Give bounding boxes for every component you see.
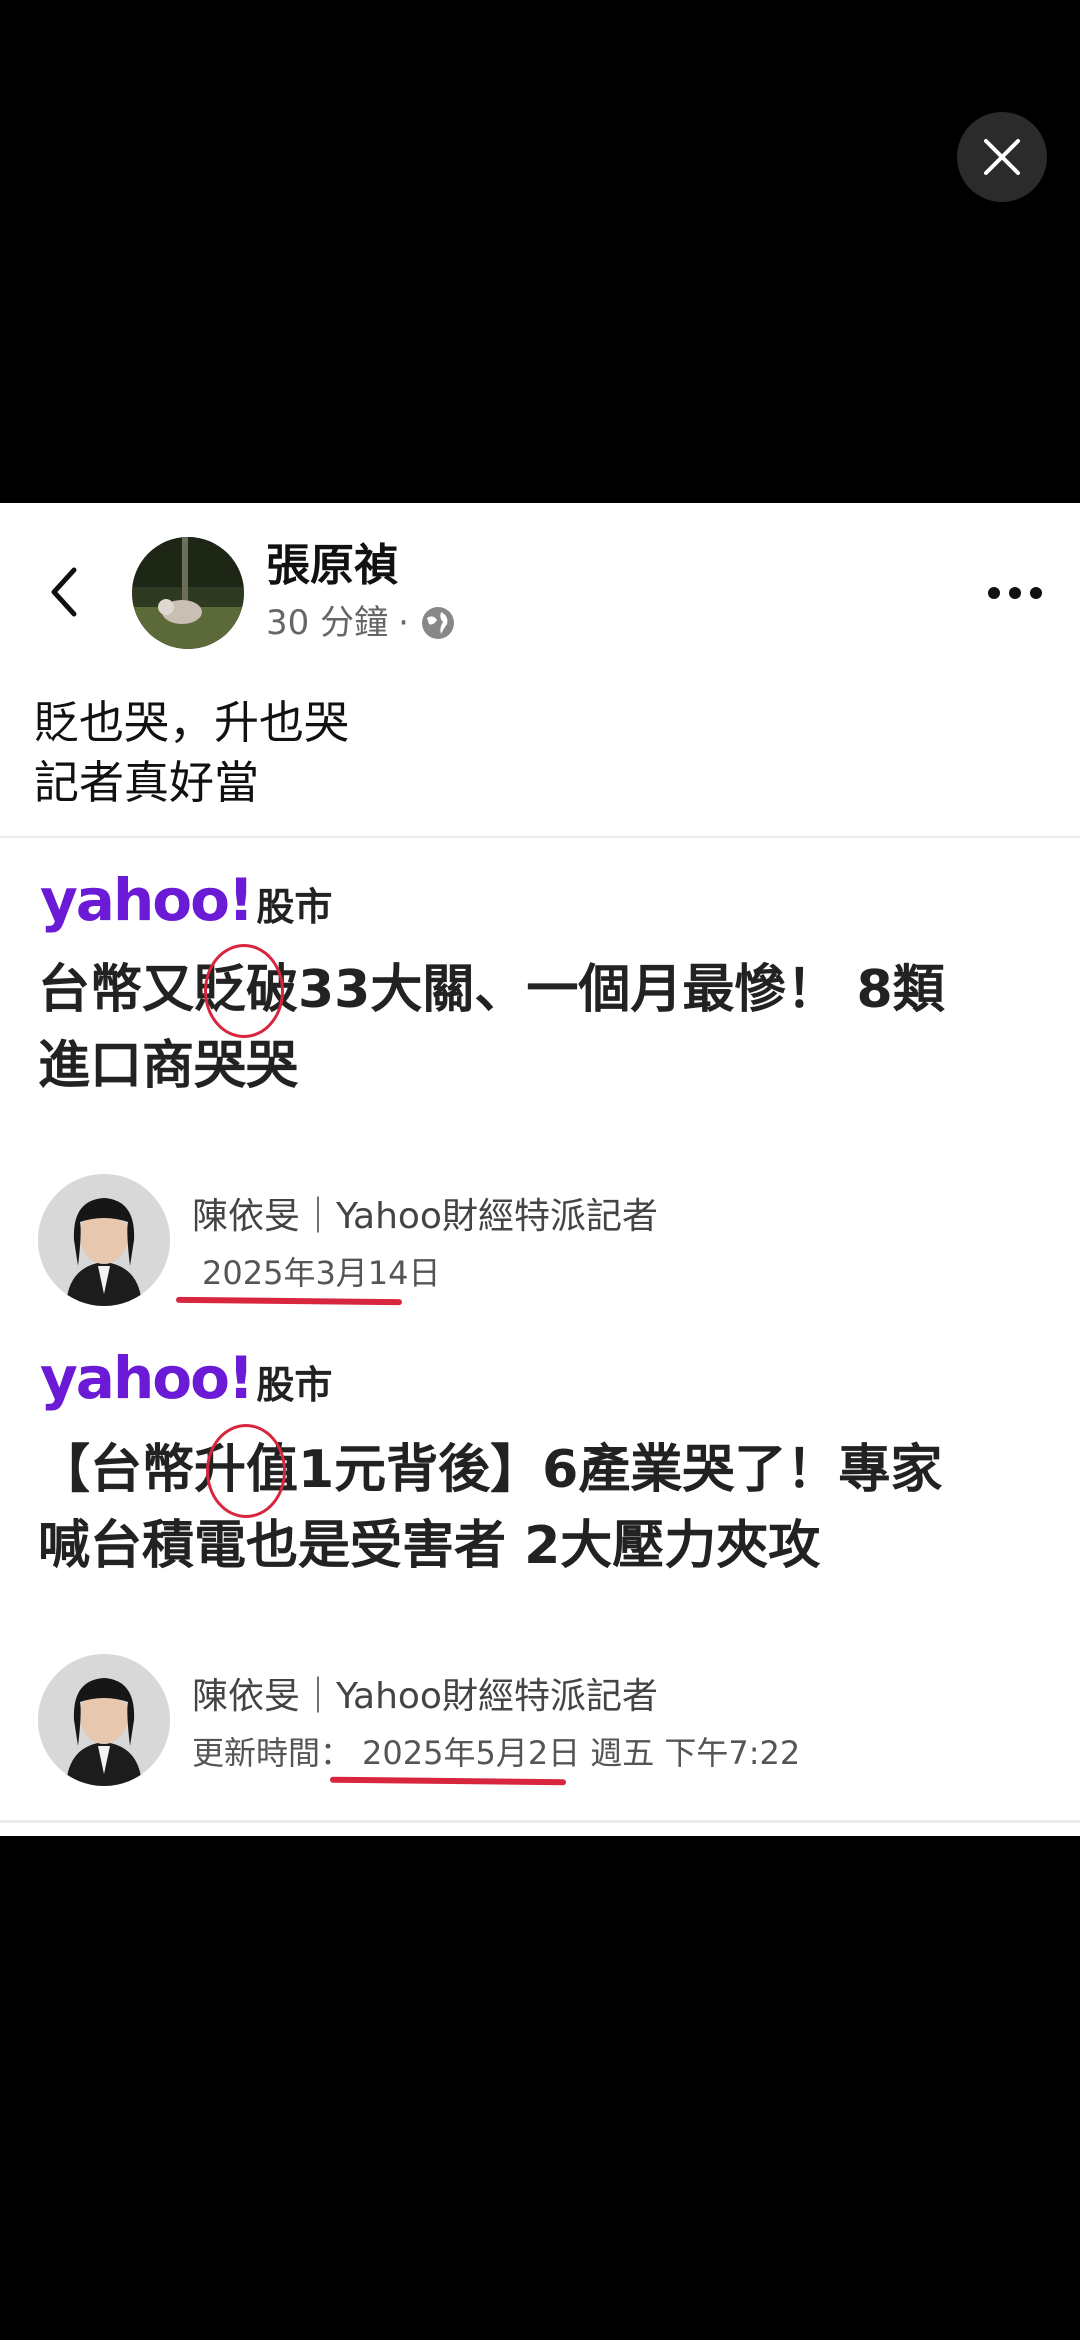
post-text: 貶也哭，升也哭 記者真好當 <box>34 693 349 813</box>
reporter-byline: 陳依旻｜Yahoo財經特派記者 <box>192 1676 658 1717</box>
yahoo-logo: yahoo! 股市 <box>40 866 332 934</box>
yahoo-logo: yahoo! 股市 <box>40 1344 332 1412</box>
back-button[interactable] <box>36 560 92 624</box>
post-text-line: 貶也哭，升也哭 <box>34 696 350 749</box>
article-headline: 台幣又貶破33大關、一個月最慘！ 8類 進口商哭哭 <box>38 952 945 1104</box>
meta-separator: · <box>398 603 409 643</box>
date-label: 更新時間： <box>192 1734 353 1772</box>
headline-line: 喊台積電也是受害者 2大壓力夾攻 <box>38 1516 821 1576</box>
more-icon <box>988 587 1042 599</box>
divider <box>0 1820 1080 1823</box>
globe-icon <box>421 607 454 639</box>
close-button[interactable] <box>957 112 1047 202</box>
avatar[interactable] <box>132 537 244 649</box>
reporter-photo <box>38 1654 170 1786</box>
article-date: 2025年3月14日 <box>192 1252 461 1294</box>
headline-line: 台幣又貶破33大關、一個月最慘！ 8類 <box>38 960 945 1020</box>
photo-viewer: 張原禎 30 分鐘 · 貶也哭，升也哭 記者真好當 yahoo! 股市 台幣又貶… <box>0 0 1080 2340</box>
red-circle-annotation <box>206 1424 286 1518</box>
reporter-portrait <box>38 1654 170 1786</box>
red-circle-annotation <box>204 944 284 1038</box>
article-date: 更新時間： 2025年5月2日 週五 下午7:22 <box>192 1732 810 1774</box>
more-options-button[interactable] <box>980 570 1050 616</box>
date-extra: 週五 下午7:22 <box>590 1734 801 1772</box>
section-label: 股市 <box>256 1363 333 1407</box>
divider <box>0 836 1080 838</box>
author-name[interactable]: 張原禎 <box>266 540 398 592</box>
article-headline: 【台幣升值1元背後】6產業哭了！專家 喊台積電也是受害者 2大壓力夾攻 <box>38 1432 942 1584</box>
post-time[interactable]: 30 分鐘 <box>266 600 388 646</box>
section-label: 股市 <box>256 885 333 929</box>
close-icon <box>984 139 1020 175</box>
chevron-left-icon <box>51 567 77 617</box>
post-text-line: 記者真好當 <box>34 756 260 809</box>
yahoo-logo-text: yahoo! <box>40 1344 254 1412</box>
reporter-photo <box>38 1174 170 1306</box>
headline-line: 【台幣升值1元背後】6產業哭了！專家 <box>38 1440 943 1500</box>
date-value: 2025年5月2日 <box>362 1734 581 1772</box>
headline-line: 進口商哭哭 <box>38 1036 299 1096</box>
reporter-byline: 陳依旻｜Yahoo財經特派記者 <box>192 1196 658 1237</box>
post-meta: 30 分鐘 · <box>266 600 457 646</box>
reporter-portrait <box>38 1174 170 1306</box>
yahoo-logo-text: yahoo! <box>40 866 254 934</box>
avatar-photo <box>132 537 244 649</box>
date-value: 2025年3月14日 <box>202 1254 441 1292</box>
